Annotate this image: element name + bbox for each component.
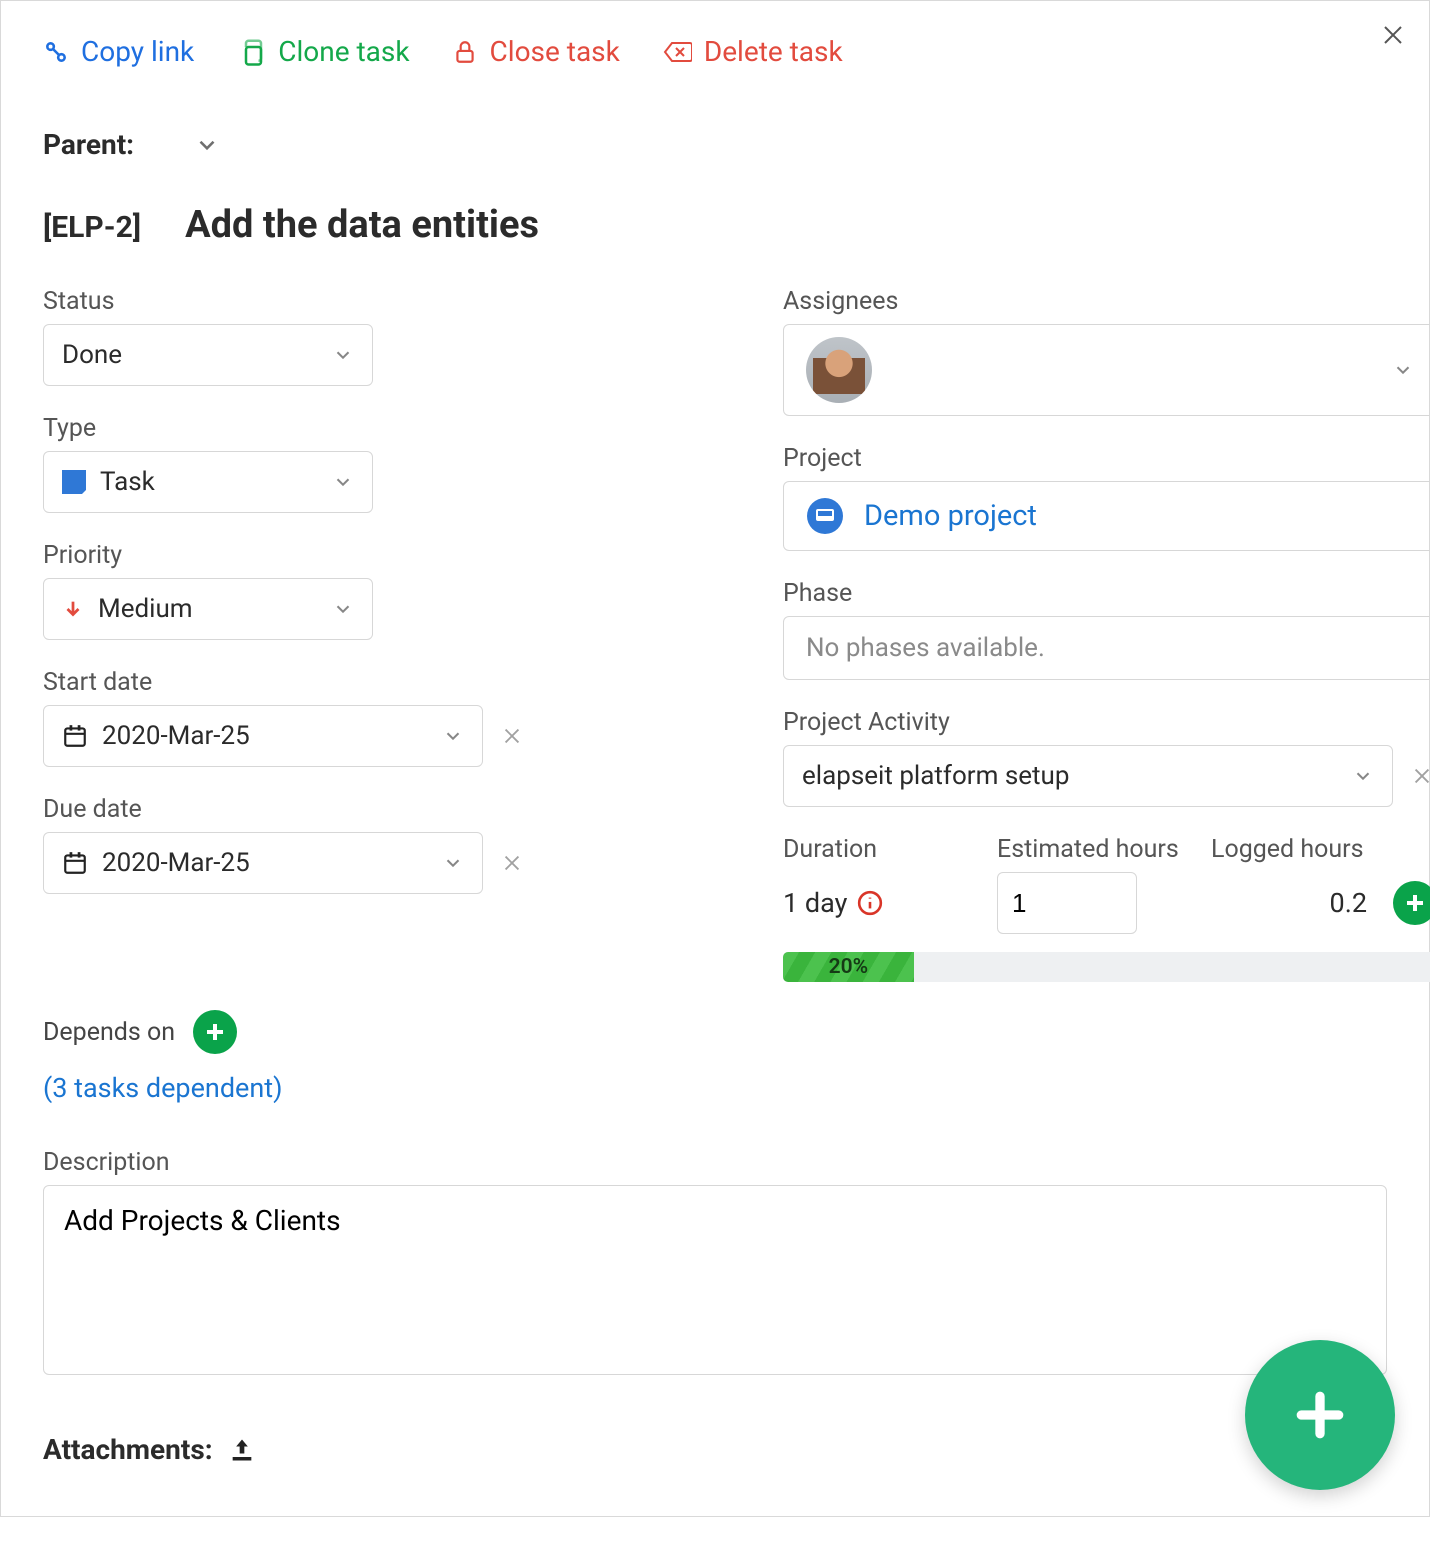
priority-arrow-icon	[62, 598, 84, 620]
info-icon[interactable]	[857, 890, 883, 916]
plus-icon	[1292, 1387, 1348, 1443]
project-activity-select[interactable]: elapseit platform setup	[783, 745, 1393, 807]
phase-label: Phase	[783, 579, 1430, 608]
project-activity-value: elapseit platform setup	[802, 761, 1069, 791]
priority-select[interactable]: Medium	[43, 578, 373, 640]
assignees-select[interactable]	[783, 324, 1430, 416]
top-actions: Copy link Clone task Close task Delete t…	[43, 21, 1387, 86]
task-type-icon	[62, 470, 86, 494]
start-date-value: 2020-Mar-25	[102, 721, 250, 751]
due-date-picker[interactable]: 2020-Mar-25	[43, 832, 483, 894]
chevron-down-icon	[442, 852, 464, 874]
project-link[interactable]: Demo project	[864, 499, 1037, 533]
parent-label: Parent:	[43, 128, 134, 161]
copy-link-button[interactable]: Copy link	[43, 35, 194, 68]
start-date-label: Start date	[43, 668, 723, 697]
progress: 20%	[783, 952, 1430, 982]
x-icon	[501, 725, 523, 747]
x-icon	[1411, 765, 1430, 787]
x-icon	[501, 852, 523, 874]
task-title[interactable]: Add the data entities	[185, 203, 539, 247]
attachments-label: Attachments:	[43, 1433, 213, 1466]
start-date-clear[interactable]	[497, 721, 527, 751]
project-label: Project	[783, 444, 1430, 473]
duration-value-row: 1 day	[783, 872, 983, 934]
chevron-down-icon	[332, 471, 354, 493]
dependent-tasks-link[interactable]: (3 tasks dependent)	[43, 1072, 1387, 1104]
type-value: Task	[100, 467, 155, 497]
parent-dropdown[interactable]	[194, 132, 220, 158]
chevron-down-icon	[442, 725, 464, 747]
delete-icon	[662, 39, 692, 65]
upload-icon	[227, 1436, 257, 1464]
task-id: [ELP-2]	[43, 210, 141, 245]
project-icon	[806, 497, 844, 535]
chevron-down-icon	[1352, 765, 1374, 787]
close-panel-button[interactable]	[1381, 23, 1405, 47]
status-label: Status	[43, 287, 723, 316]
chevron-down-icon	[1392, 359, 1414, 381]
chevron-down-icon	[332, 344, 354, 366]
duration-label: Duration	[783, 835, 983, 864]
calendar-icon	[62, 850, 88, 876]
parent-row: Parent:	[43, 128, 1387, 161]
clone-task-label: Clone task	[278, 35, 409, 68]
lock-icon	[452, 38, 478, 66]
logged-hours-label: Logged hours	[1211, 835, 1430, 864]
x-icon	[1381, 23, 1405, 47]
phase-select: No phases available.	[783, 616, 1430, 680]
task-title-row: [ELP-2] Add the data entities	[43, 203, 1387, 247]
plus-icon	[203, 1020, 227, 1044]
delete-task-label: Delete task	[704, 35, 843, 68]
upload-attachment-button[interactable]	[227, 1436, 257, 1464]
progress-label: 20%	[829, 955, 869, 979]
duration-value: 1 day	[783, 887, 847, 919]
clone-icon	[236, 37, 266, 67]
phase-placeholder: No phases available.	[806, 633, 1045, 663]
close-task-label: Close task	[490, 35, 620, 68]
status-value: Done	[62, 340, 122, 370]
estimated-hours-label: Estimated hours	[997, 835, 1197, 864]
priority-label: Priority	[43, 541, 723, 570]
chevron-down-icon	[332, 598, 354, 620]
project-activity-clear[interactable]	[1407, 761, 1430, 791]
project-box: Demo project	[783, 481, 1430, 551]
chevron-down-icon	[194, 132, 220, 158]
type-label: Type	[43, 414, 723, 443]
project-activity-label: Project Activity	[783, 708, 1430, 737]
copy-link-label: Copy link	[81, 35, 194, 68]
due-date-clear[interactable]	[497, 848, 527, 878]
estimated-hours-input[interactable]	[997, 872, 1137, 934]
type-select[interactable]: Task	[43, 451, 373, 513]
due-date-value: 2020-Mar-25	[102, 848, 250, 878]
depends-on-label: Depends on	[43, 1018, 175, 1047]
assignee-avatar	[806, 337, 872, 403]
plus-icon	[1403, 891, 1427, 915]
close-task-button[interactable]: Close task	[452, 35, 620, 68]
priority-value: Medium	[98, 594, 193, 624]
logged-hours-value: 0.2	[1330, 887, 1367, 919]
delete-task-button[interactable]: Delete task	[662, 35, 843, 68]
log-hours-button[interactable]	[1393, 881, 1430, 925]
start-date-picker[interactable]: 2020-Mar-25	[43, 705, 483, 767]
due-date-label: Due date	[43, 795, 723, 824]
status-select[interactable]: Done	[43, 324, 373, 386]
description-input[interactable]	[43, 1185, 1387, 1375]
link-icon	[43, 39, 69, 65]
add-dependency-button[interactable]	[193, 1010, 237, 1054]
calendar-icon	[62, 723, 88, 749]
description-label: Description	[43, 1148, 1387, 1177]
clone-task-button[interactable]: Clone task	[236, 35, 409, 68]
fab-add-button[interactable]	[1245, 1340, 1395, 1490]
assignees-label: Assignees	[783, 287, 1430, 316]
